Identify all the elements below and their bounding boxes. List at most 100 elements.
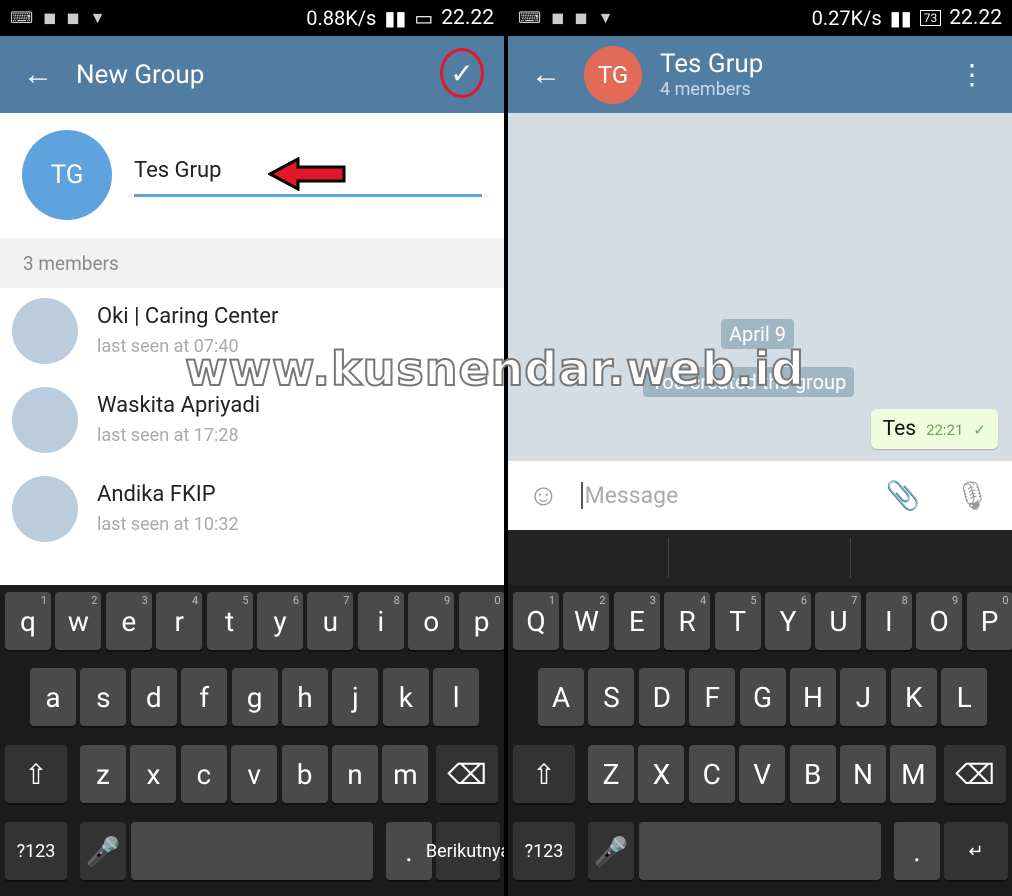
emoji-icon[interactable]: ☺	[528, 478, 559, 513]
key-number-hint: 6	[292, 594, 299, 607]
key-label: F	[704, 680, 720, 714]
key-s[interactable]: s	[80, 668, 127, 726]
shift-key[interactable]: ⇧	[513, 745, 575, 803]
back-button[interactable]: ←	[0, 57, 76, 92]
backspace-key[interactable]: ⌫	[944, 745, 1006, 803]
key-e[interactable]: e3	[105, 592, 152, 650]
key-number-hint: 1	[548, 594, 555, 607]
key-number-hint: 7	[343, 594, 350, 607]
key-d[interactable]: d	[130, 668, 177, 726]
key-u[interactable]: u7	[307, 592, 354, 650]
key-k[interactable]: k	[382, 668, 429, 726]
key-u[interactable]: U7	[815, 592, 862, 650]
key-g[interactable]: g	[231, 668, 278, 726]
key-m[interactable]: M	[890, 745, 937, 803]
space-key[interactable]	[639, 822, 881, 880]
symbols-key[interactable]: ?123	[513, 822, 575, 880]
member-avatar	[12, 387, 78, 453]
key-o[interactable]: o9	[408, 592, 455, 650]
message-text: Tes	[882, 417, 917, 441]
key-e[interactable]: E3	[613, 592, 660, 650]
action-key[interactable]: ↵	[944, 822, 1008, 880]
key-j[interactable]: J	[840, 668, 887, 726]
period-key[interactable]: .	[894, 822, 940, 880]
key-label: d	[145, 680, 162, 714]
message-bubble[interactable]: Tes 22:21 ✓	[870, 409, 998, 449]
key-n[interactable]: n	[332, 745, 378, 803]
key-b[interactable]: b	[281, 745, 328, 803]
key-q[interactable]: Q1	[513, 592, 559, 650]
key-t[interactable]: T5	[714, 592, 761, 650]
key-v[interactable]: v	[231, 745, 278, 803]
more-menu-button[interactable]: ⋮	[958, 58, 986, 91]
key-t[interactable]: t5	[206, 592, 253, 650]
space-key[interactable]	[131, 822, 373, 880]
key-x[interactable]: x	[130, 745, 177, 803]
key-l[interactable]: L	[941, 668, 988, 726]
key-label: L	[956, 680, 972, 714]
key-m[interactable]: m	[382, 745, 429, 803]
voice-input-key[interactable]: 🎤	[588, 822, 634, 880]
key-label: ⇧	[24, 757, 48, 791]
key-l[interactable]: l	[433, 668, 480, 726]
microphone-icon[interactable]: 🎙	[954, 479, 990, 512]
key-b[interactable]: B	[789, 745, 836, 803]
key-p[interactable]: p0	[458, 592, 504, 650]
member-list-item[interactable]: Oki | Caring Center last seen at 07:40	[0, 288, 504, 378]
key-q[interactable]: q1	[5, 592, 51, 650]
attach-icon[interactable]: 📎	[886, 479, 921, 512]
key-w[interactable]: W2	[563, 592, 610, 650]
key-r[interactable]: r4	[156, 592, 203, 650]
key-j[interactable]: j	[332, 668, 379, 726]
action-key[interactable]: Berikutnya	[426, 822, 504, 880]
key-h[interactable]: h	[282, 668, 328, 726]
key-y[interactable]: Y6	[765, 592, 811, 650]
key-label: ⌫	[955, 757, 995, 791]
key-number-hint: 1	[40, 594, 47, 607]
member-list-item[interactable]: Waskita Apriyadi last seen at 17:28	[0, 377, 504, 467]
backspace-key[interactable]: ⌫	[436, 745, 498, 803]
group-avatar[interactable]: TG	[584, 45, 642, 104]
member-list-item[interactable]: Andika FKIP last seen at 10:32	[0, 466, 504, 556]
chat-title[interactable]: Tes Grup 4 members	[660, 49, 763, 100]
key-f[interactable]: F	[689, 668, 736, 726]
key-o[interactable]: O9	[916, 592, 963, 650]
key-w[interactable]: w2	[55, 592, 102, 650]
confirm-button[interactable]: ✓	[440, 48, 484, 98]
key-c[interactable]: c	[180, 745, 227, 803]
bbm-icon: ◼	[551, 8, 565, 27]
back-button[interactable]: ←	[508, 57, 584, 92]
key-n[interactable]: N	[840, 745, 886, 803]
key-y[interactable]: y6	[257, 592, 303, 650]
key-label: R	[678, 604, 696, 638]
key-k[interactable]: K	[890, 668, 937, 726]
key-label: ?123	[16, 840, 56, 862]
key-a[interactable]: a	[30, 668, 76, 726]
key-label: v	[247, 757, 261, 791]
group-avatar[interactable]: TG	[22, 130, 112, 220]
shift-key[interactable]: ⇧	[5, 745, 67, 803]
key-c[interactable]: C	[688, 745, 735, 803]
key-x[interactable]: X	[638, 745, 685, 803]
symbols-key[interactable]: ?123	[5, 822, 67, 880]
key-z[interactable]: Z	[588, 745, 634, 803]
key-r[interactable]: R4	[664, 592, 711, 650]
key-label: B	[803, 757, 822, 791]
key-label: S	[603, 680, 620, 714]
key-z[interactable]: z	[80, 745, 126, 803]
shield-icon: ▼	[89, 8, 106, 27]
key-label: I	[884, 604, 893, 638]
key-v[interactable]: V	[739, 745, 786, 803]
key-g[interactable]: G	[739, 668, 786, 726]
key-f[interactable]: f	[181, 668, 228, 726]
key-s[interactable]: S	[588, 668, 635, 726]
key-d[interactable]: D	[638, 668, 685, 726]
key-i[interactable]: I8	[865, 592, 912, 650]
key-h[interactable]: H	[790, 668, 836, 726]
key-i[interactable]: i8	[357, 592, 404, 650]
message-input[interactable]: Message	[580, 482, 678, 509]
key-a[interactable]: A	[538, 668, 584, 726]
key-number-hint: 0	[1002, 594, 1009, 607]
key-p[interactable]: P0	[966, 592, 1012, 650]
voice-input-key[interactable]: 🎤	[80, 822, 126, 880]
